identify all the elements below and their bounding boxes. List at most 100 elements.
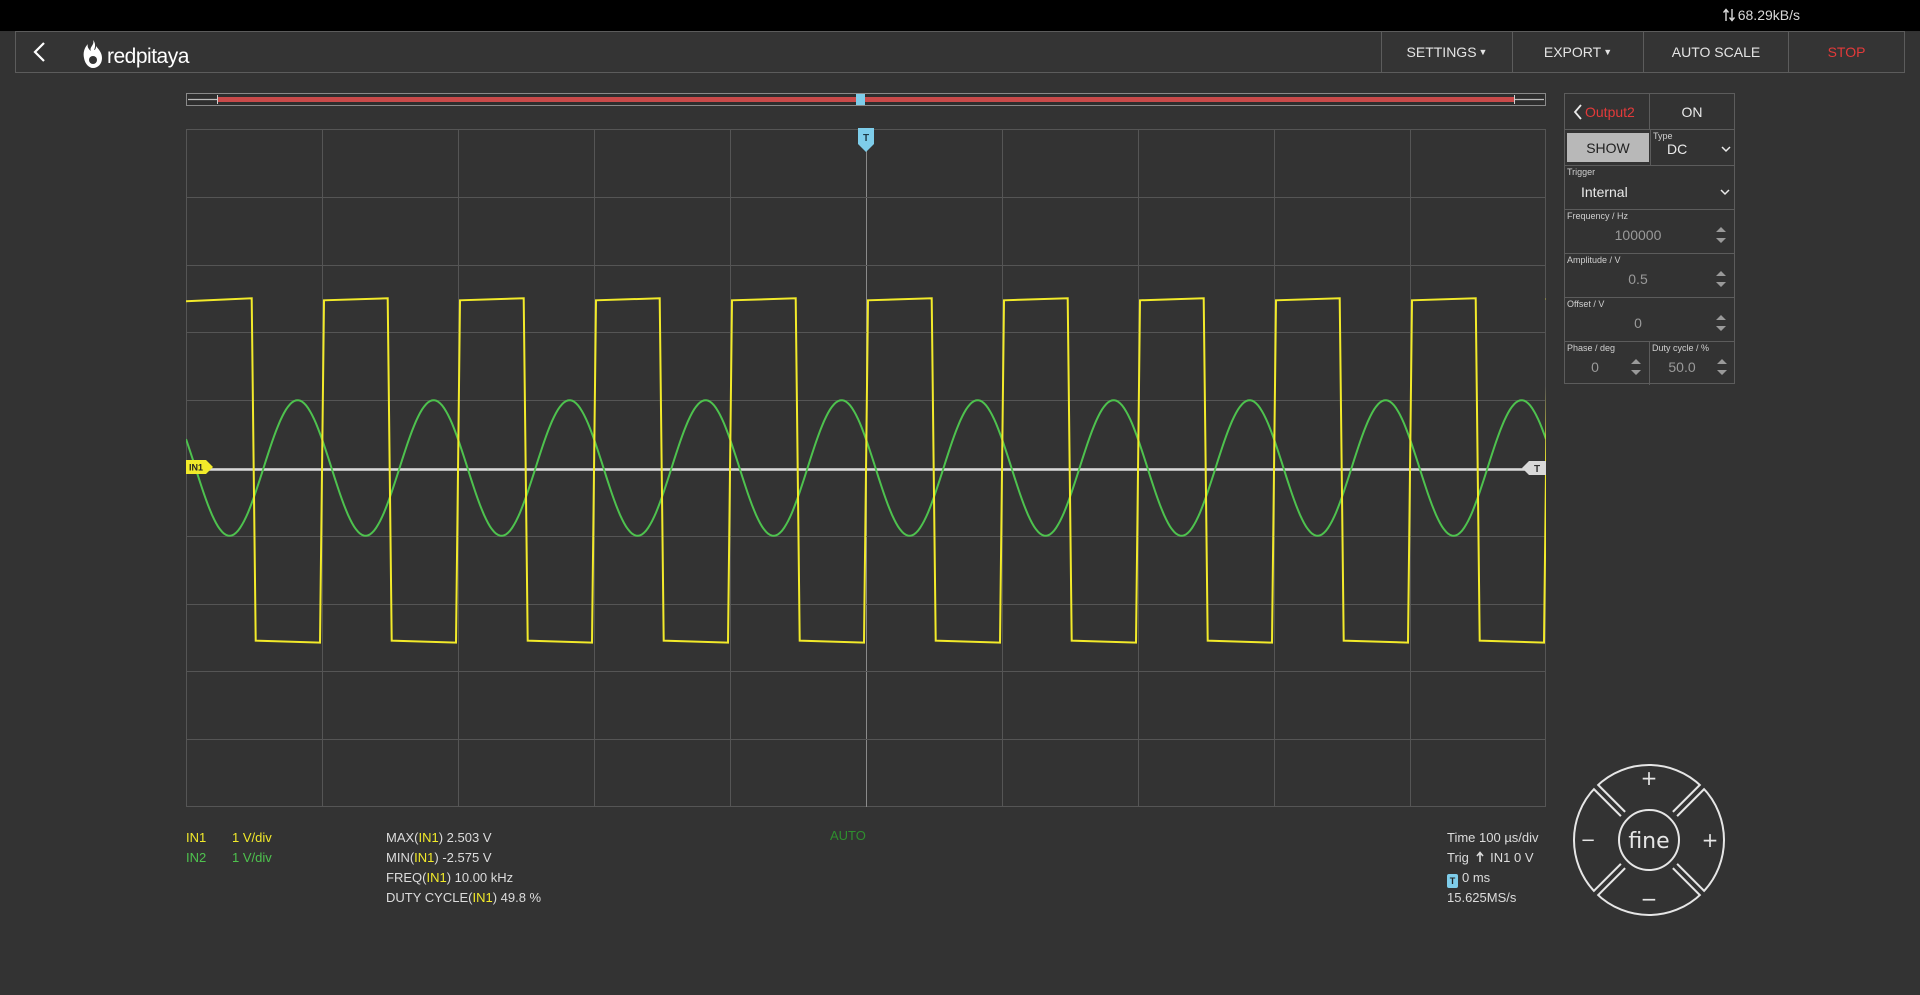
channel-name: IN2 <box>186 850 207 865</box>
frequency-stepper-icon[interactable] <box>1714 224 1728 246</box>
stop-button[interactable]: STOP <box>1788 32 1904 72</box>
navbar: redpitaya SETTINGS ▼ EXPORT ▼ AUTO SCALE S… <box>15 31 1905 73</box>
channel-in2-scale[interactable]: IN2 1 V/div <box>186 848 272 868</box>
offset-input[interactable]: 0 <box>1565 315 1711 331</box>
measurement-channel: IN1 <box>472 890 493 905</box>
amplitude-input[interactable]: 0.5 <box>1565 271 1711 287</box>
measurements: MAX(IN1) 2.503 V MIN(IN1) -2.575 V FREQ(… <box>386 828 541 908</box>
measurement-channel: IN1 <box>426 870 447 885</box>
chevron-down-icon <box>1720 189 1730 196</box>
measurement-label: MIN( <box>386 850 415 865</box>
timeline-window <box>218 97 1514 102</box>
type-label: Type <box>1653 131 1673 141</box>
phase-input[interactable]: 0 <box>1565 359 1625 375</box>
trigger-level-marker-label: T <box>1534 464 1540 475</box>
network-speed-value: 68.29kB/s <box>1737 7 1800 23</box>
in1-offset-marker-label: IN1 <box>189 463 203 473</box>
oscilloscope-graph[interactable]: T IN1 T <box>186 127 1546 809</box>
pad-left-button[interactable]: − <box>1580 830 1595 851</box>
measurement-value: ) 2.503 V <box>438 830 492 845</box>
pad-fine-button[interactable]: fine <box>1628 829 1669 854</box>
logo-text: redpitaya <box>107 45 189 68</box>
channel-scale: 1 V/div <box>232 850 272 865</box>
measurement-value: ) -2.575 V <box>434 850 492 865</box>
settings-menu-button[interactable]: SETTINGS ▼ <box>1381 32 1512 72</box>
trigger-select[interactable]: Trigger Internal <box>1565 166 1734 210</box>
export-label: EXPORT <box>1543 44 1602 60</box>
timeline-trigger-handle[interactable] <box>856 94 865 105</box>
pad-right-button[interactable]: + <box>1702 828 1719 852</box>
channel-in1-scale[interactable]: IN1 1 V/div <box>186 828 272 848</box>
show-type-row: SHOW Type DC <box>1565 130 1734 166</box>
measurement-value: ) 10.00 kHz <box>446 870 514 885</box>
measurement-label: DUTY CYCLE( <box>386 890 473 905</box>
timeline-window-start[interactable] <box>217 95 218 104</box>
output-settings-panel: Output2 ON SHOW Type DC Trigger Internal… <box>1564 93 1735 385</box>
duty-cycle-stepper-icon[interactable] <box>1715 356 1729 378</box>
trigger-source: IN1 0 V <box>1490 850 1534 865</box>
type-value: DC <box>1667 141 1688 157</box>
trigger-label: Trigger <box>1567 167 1596 177</box>
frequency-row: Frequency / Hz 100000 <box>1565 210 1734 254</box>
trigger-time-marker-label: T <box>863 133 869 144</box>
type-select[interactable]: Type DC <box>1650 130 1734 165</box>
status-bar: 68.29kB/s <box>0 0 1920 31</box>
transfer-arrows-icon <box>1722 8 1735 22</box>
rising-edge-icon <box>1475 851 1484 862</box>
channel-scales: IN1 1 V/div IN2 1 V/div <box>186 828 272 868</box>
channel-scale: 1 V/div <box>232 830 272 845</box>
duty-cycle-input[interactable]: 50.0 <box>1650 359 1714 375</box>
frequency-label: Frequency / Hz <box>1567 211 1629 221</box>
amplitude-stepper-icon[interactable] <box>1714 268 1728 290</box>
logo: redpitaya <box>81 39 189 69</box>
settings-label: SETTINGS <box>1406 44 1477 60</box>
network-speed: 68.29kB/s <box>1722 7 1800 23</box>
phase-duty-row: Phase / deg 0 Duty cycle / % 50.0 <box>1565 342 1734 385</box>
acquisition-info: Time 100 µs/div Trig IN1 0 V T 0 ms 15.62… <box>1447 828 1539 908</box>
measurement-min: MIN(IN1) -2.575 V <box>386 848 541 868</box>
measurement-max: MAX(IN1) 2.503 V <box>386 828 541 848</box>
pad-up-button[interactable]: + <box>1641 766 1658 790</box>
output-header: Output2 ON <box>1565 94 1734 130</box>
show-button[interactable]: SHOW <box>1567 133 1649 162</box>
measurement-channel: IN1 <box>414 850 435 865</box>
offset-stepper-icon[interactable] <box>1714 312 1728 334</box>
buffer-timeline[interactable] <box>186 93 1546 106</box>
duty-cycle-label: Duty cycle / % <box>1652 343 1710 353</box>
trigger-mode-status: AUTO <box>830 828 866 843</box>
export-menu-button[interactable]: EXPORT ▼ <box>1512 32 1643 72</box>
time-offset: T 0 ms <box>1447 868 1539 888</box>
caret-down-icon: ▼ <box>1478 47 1488 57</box>
output-name-label: Output2 <box>1585 103 1635 120</box>
output-on-toggle[interactable]: ON <box>1650 94 1734 129</box>
trigger-badge-icon: T <box>1447 874 1458 888</box>
phase-label: Phase / deg <box>1567 343 1616 353</box>
trigger-info: Trig IN1 0 V <box>1447 848 1539 868</box>
caret-down-icon: ▼ <box>1603 47 1613 57</box>
offset-row: Offset / V 0 <box>1565 298 1734 342</box>
chevron-left-icon <box>1573 103 1582 120</box>
offset-label: Offset / V <box>1567 299 1605 309</box>
measurement-duty: DUTY CYCLE(IN1) 49.8 % <box>386 888 541 908</box>
timeline-window-end[interactable] <box>1514 95 1515 104</box>
pad-down-button[interactable]: − <box>1641 887 1658 911</box>
time-scale: Time 100 µs/div <box>1447 830 1539 845</box>
trigger-info-label: Trig <box>1447 850 1469 865</box>
phase-stepper-icon[interactable] <box>1629 356 1643 378</box>
measurement-freq: FREQ(IN1) 10.00 kHz <box>386 868 541 888</box>
auto-scale-button[interactable]: AUTO SCALE <box>1643 32 1788 72</box>
time-offset-value: 0 ms <box>1462 870 1491 885</box>
output-back-button[interactable]: Output2 <box>1565 94 1650 129</box>
sample-rate: 15.625MS/s <box>1447 890 1517 905</box>
back-arrow-icon[interactable] <box>26 38 54 66</box>
flame-logo-icon <box>83 40 102 68</box>
channel-name: IN1 <box>186 830 207 845</box>
trigger-value: Internal <box>1581 184 1628 200</box>
navigation-pad: + − − + fine <box>1573 764 1725 916</box>
amplitude-row: Amplitude / V 0.5 <box>1565 254 1734 298</box>
frequency-input[interactable]: 100000 <box>1565 227 1711 243</box>
measurement-label: MAX( <box>386 830 419 845</box>
chevron-down-icon <box>1721 146 1731 153</box>
measurement-label: FREQ( <box>386 870 427 885</box>
amplitude-label: Amplitude / V <box>1567 255 1621 265</box>
